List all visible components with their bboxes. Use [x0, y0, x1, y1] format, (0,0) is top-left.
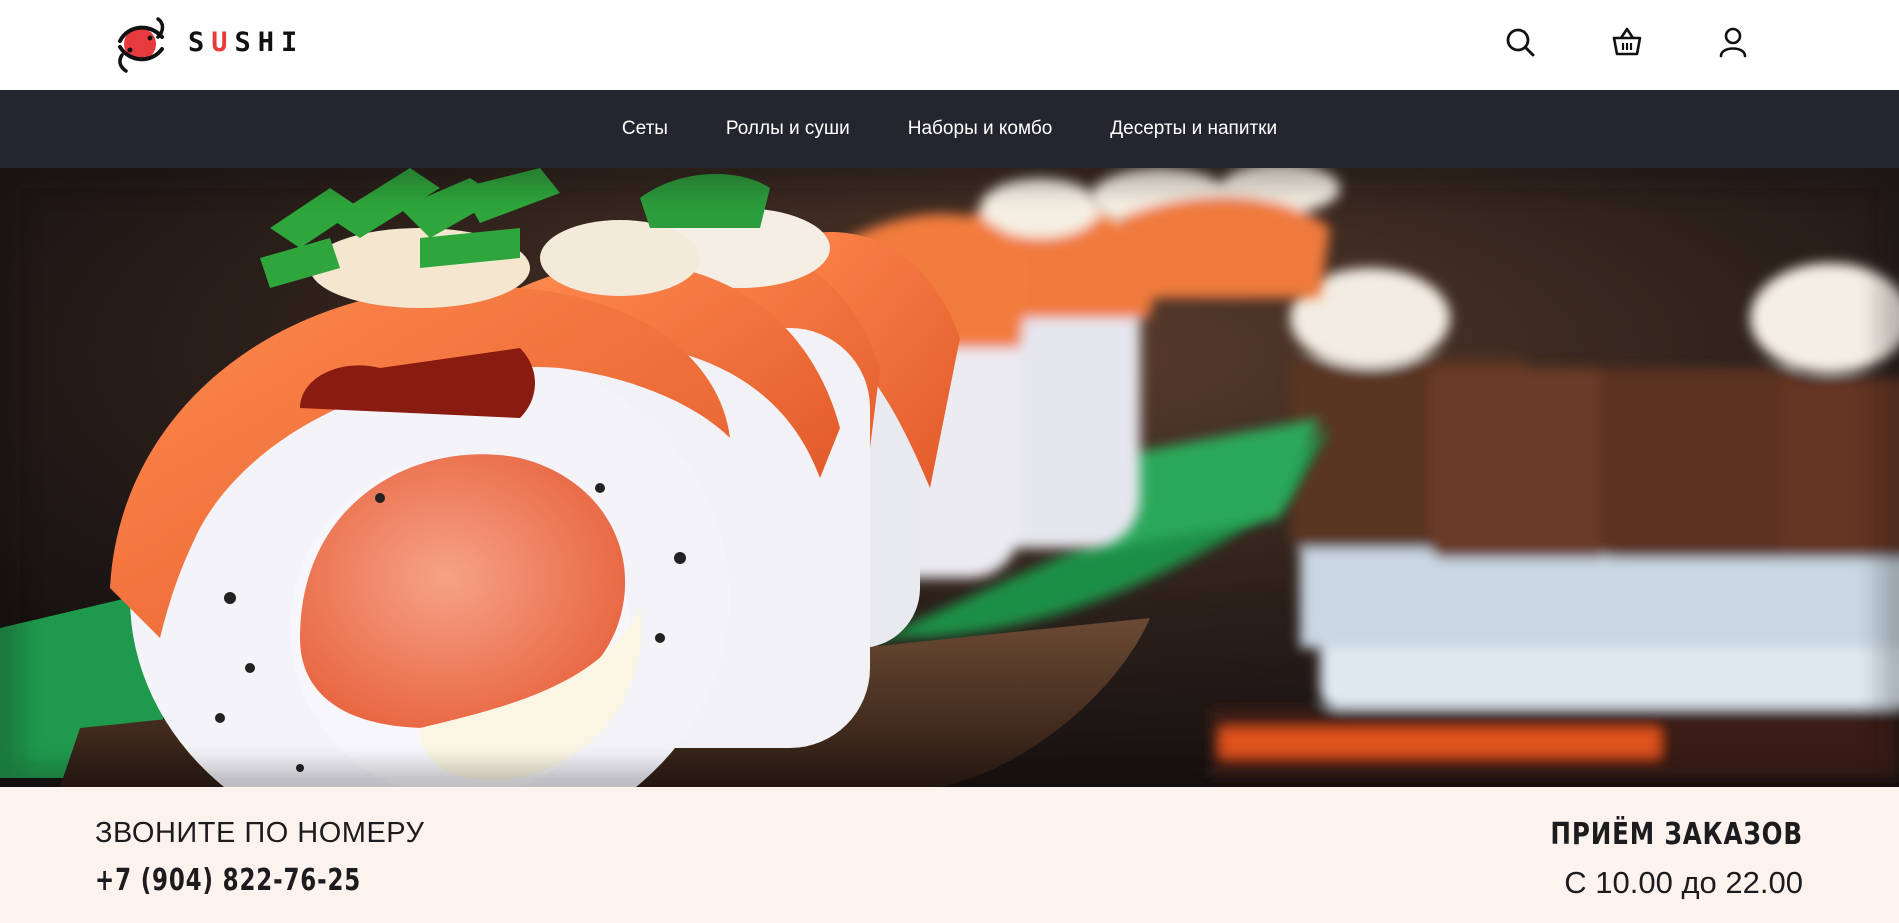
- search-button[interactable]: [1500, 22, 1540, 62]
- main-nav: Сеты Роллы и суши Наборы и комбо Десерты…: [0, 90, 1899, 168]
- logo-text-accent: U: [211, 26, 235, 58]
- phone-number-link[interactable]: +7 (904) 822-76-25: [95, 863, 361, 898]
- logo-text-start: S: [188, 26, 212, 58]
- nav-item-sets[interactable]: Сеты: [622, 118, 668, 140]
- user-icon: [1719, 27, 1747, 58]
- site-header: S U SHI: [0, 0, 1899, 90]
- contact-strip: ЗВОНИТЕ ПО НОМЕРУ +7 (904) 822-76-25 ПРИ…: [0, 787, 1899, 923]
- call-label: ЗВОНИТЕ ПО НОМЕРУ: [95, 817, 425, 849]
- nav-item-desserts[interactable]: Десерты и напитки: [1110, 118, 1277, 140]
- nav-item-rolls[interactable]: Роллы и суши: [726, 118, 850, 140]
- hero-banner-image: [0, 168, 1899, 787]
- logo-text: S U SHI: [188, 27, 304, 58]
- nav-items: Сеты Роллы и суши Наборы и комбо Десерты…: [0, 90, 1899, 168]
- search-icon: [1506, 28, 1535, 57]
- basket-icon: [1612, 27, 1642, 56]
- sushi-photo: [0, 168, 1899, 787]
- orders-label: ПРИЁМ ЗАКАЗОВ: [1550, 817, 1803, 852]
- orders-hours: С 10.00 до 22.00: [1564, 865, 1803, 900]
- logo-text-end: SHI: [234, 26, 305, 58]
- logo-fish-icon: [118, 17, 165, 73]
- cart-button[interactable]: [1607, 22, 1647, 62]
- account-button[interactable]: [1713, 22, 1753, 62]
- logo[interactable]: S U SHI: [114, 10, 304, 74]
- nav-item-combos[interactable]: Наборы и комбо: [908, 118, 1053, 140]
